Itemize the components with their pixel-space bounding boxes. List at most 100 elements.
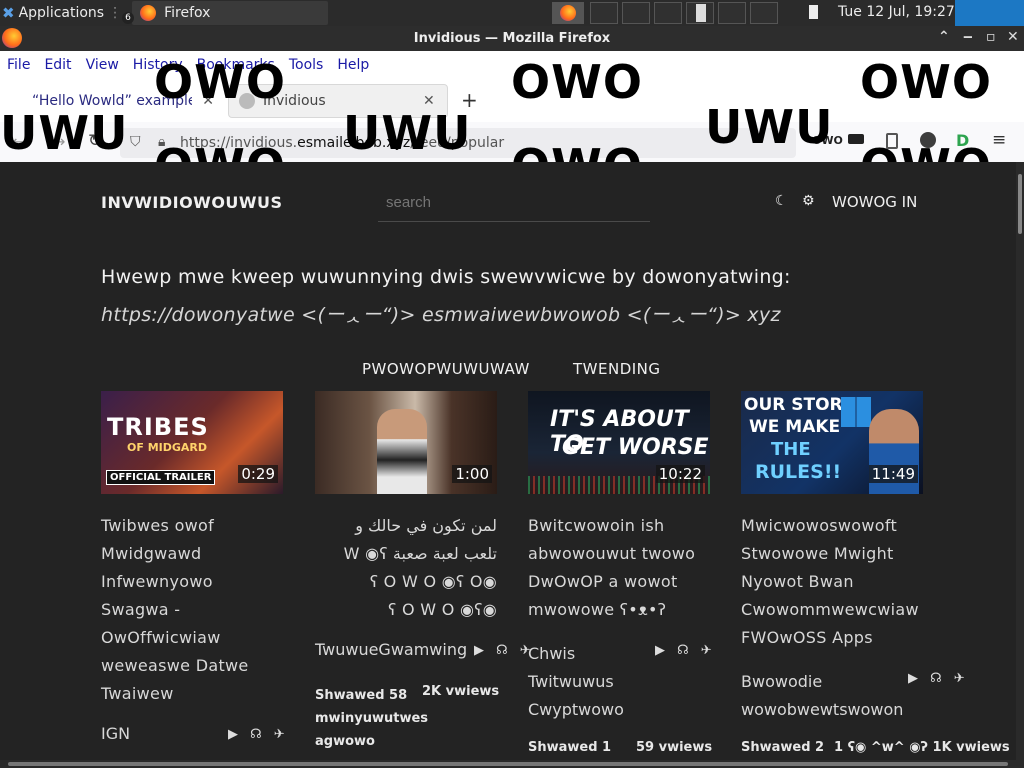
menu-help[interactable]: Help (337, 57, 369, 73)
menu-tools[interactable]: Tools (289, 57, 324, 73)
scrollbar-thumb[interactable] (8, 762, 1008, 766)
title-line: ◉ʕ O W O ◉ʕ (388, 600, 497, 619)
maximize-icon[interactable]: ▫ (986, 29, 996, 45)
window-preview (696, 4, 706, 22)
video-title[interactable]: Bwitcwowoin ish abwowouwut twowo DwOwOP … (528, 512, 728, 624)
workspace-4[interactable] (654, 2, 682, 24)
video-duration: 10:22 (655, 465, 705, 483)
thumbnail-text: GET WORSE (562, 435, 709, 460)
thumbnail-text: WE MAKE (749, 417, 841, 437)
donate-link[interactable]: https://dowonyatwe <(ーᆺー“)> esmwaiwewbwo… (101, 300, 781, 327)
video-title[interactable]: Twibwes owof Mwidgwawd Infwewnyowo Swagw… (101, 512, 301, 708)
workspace-firefox[interactable] (552, 2, 584, 24)
scrollbar-thumb[interactable] (1018, 174, 1022, 234)
title-line: DwOwOP a wowot (528, 572, 678, 591)
view-count: 2K vwiews (422, 684, 500, 699)
video-thumbnail[interactable]: OUR STORE WE MAKE THE RULES!! 11:49 (741, 391, 923, 494)
workspace-2[interactable] (590, 2, 618, 24)
video-action-icons[interactable]: ▶ ☊ ✈ (228, 727, 289, 742)
taskbar-firefox-button[interactable]: Firefox (132, 1, 329, 25)
video-action-icons[interactable]: ▶ ☊ ✈ (908, 671, 969, 686)
thumbnail-badge: OFFICIAL TRAILER (106, 470, 216, 485)
overlay-owo: OWO (154, 143, 286, 163)
title-line: Bwitcwowoin ish (528, 516, 665, 535)
title-line: Twibwes owof (101, 516, 215, 535)
workspace-6[interactable] (718, 2, 746, 24)
firefox-icon (140, 5, 157, 21)
thumbnail-text: THE (771, 439, 811, 460)
overlay-owo: OWO (511, 143, 643, 163)
title-line: FWOwOSS Apps (741, 628, 873, 647)
collapse-icon[interactable]: ⌃ (938, 29, 950, 45)
page-content: INVWIDIOWOUWUS ☾ ⚙ WOWOG IN Hwewp mwe kw… (0, 162, 1024, 762)
channel-name-line: Chwis (528, 644, 576, 663)
horizontal-scrollbar[interactable] (0, 760, 1024, 768)
menu-view[interactable]: View (86, 57, 119, 73)
channel-name-line: wowobwewtswowon (741, 700, 904, 719)
donate-notice: Hwewp mwe kweep wuwunnying dwis swewvwic… (101, 266, 791, 288)
thumbnail-person (377, 409, 427, 494)
search-input[interactable] (378, 184, 650, 222)
hamburger-menu-icon[interactable]: ≡ (992, 130, 1006, 150)
shared-time: Shwawed 58 mwinyuwutwes agwowo (315, 688, 429, 749)
shared-time: Shwawed 1 (528, 740, 612, 755)
tab-trending[interactable]: TWENDING (573, 360, 661, 378)
channel-name-line: Cwyptwowo (528, 700, 624, 719)
taskbar: ✖ Applications ⋮ Firefox 6 Tue 12 Jul, 1… (0, 0, 1024, 26)
shield-icon[interactable]: ⛉ (130, 134, 141, 150)
video-title[interactable]: لمن تكون في حالك و تلعب لعبة صعبة W ◉ʕ ◉… (315, 512, 497, 624)
title-line: Mwicwowoswowoft (741, 516, 898, 535)
title-line: mwowowe ʕ•ᴥ•ʔ (528, 600, 667, 619)
overlay-owo: OWO (511, 55, 643, 109)
video-thumbnail[interactable]: 1:00 (315, 391, 497, 494)
video-thumbnail[interactable]: IT'S ABOUT TO GET WORSE 10:22 (528, 391, 710, 494)
firefox-label: Firefox (164, 5, 211, 21)
channel-name[interactable]: Bwowodie wowobwewtswowon (741, 668, 903, 724)
windows-logo-icon (841, 397, 871, 427)
vertical-scrollbar[interactable] (1016, 162, 1024, 762)
thumbnail-text: OUR STORE (744, 395, 855, 415)
video-thumbnail[interactable]: TRIBES OF MIDGARD OFFICIAL TRAILER 0:29 (101, 391, 283, 494)
firefox-small-icon (560, 5, 576, 21)
applications-menu[interactable]: ✖ Applications ⋮ (0, 0, 128, 26)
video-duration: 0:29 (238, 465, 278, 483)
minimize-icon[interactable]: ‒ (963, 29, 973, 45)
video-title[interactable]: Mwicwowoswowoft Stwowowe Mwight Nyowot B… (741, 512, 941, 652)
shared-time: Shwawed 2 (741, 740, 825, 755)
menu-edit[interactable]: Edit (44, 57, 71, 73)
title-line: weweaswe Datwe (101, 656, 249, 675)
overlay-uwu: UWU (343, 106, 472, 160)
thumbnail-title: TRIBES (107, 413, 209, 441)
title-line: Twaiwew (101, 684, 174, 703)
clock[interactable]: Tue 12 Jul, 19:27 (838, 4, 955, 20)
moon-icon[interactable]: ☾ (775, 193, 788, 209)
menu-file[interactable]: File (7, 57, 30, 73)
workspace-5[interactable] (686, 2, 714, 24)
channel-name[interactable]: Chwis Twitwuwus Cwyptwowo (528, 640, 624, 724)
title-line: Cwowommwewcwiaw (741, 600, 919, 619)
title-line: abwowouwut twowo (528, 544, 696, 563)
overlay-owo: OWO (860, 143, 992, 163)
title-line: تلعب لعبة صعبة W ◉ʕ (343, 544, 497, 563)
site-logo[interactable]: INVWIDIOWOUWUS (101, 193, 283, 212)
overlay-owo: OWO (154, 55, 286, 109)
title-line: Swagwa - (101, 600, 181, 619)
workspace-3[interactable] (622, 2, 650, 24)
overlay-uwu: UWU (705, 100, 834, 154)
panel-accent (955, 0, 1024, 26)
thumbnail-text: RULES!! (755, 461, 842, 483)
view-count: 59 vwiews (636, 740, 713, 755)
login-link[interactable]: WOWOG IN (832, 193, 917, 211)
title-line: ◉ʕ O W O ◉ʕ O (369, 572, 497, 591)
video-action-icons[interactable]: ▶ ☊ ✈ (655, 643, 716, 658)
video-action-icons[interactable]: ▶ ☊ ✈ (474, 643, 535, 658)
workspace-7[interactable] (750, 2, 778, 24)
tab-popular[interactable]: PWOWOPWUWUWAW (362, 360, 530, 378)
video-duration: 1:00 (452, 465, 492, 483)
gear-icon[interactable]: ⚙ (802, 193, 815, 209)
channel-name[interactable]: IGN (101, 724, 130, 743)
close-icon[interactable]: ✕ (1007, 29, 1019, 45)
channel-name[interactable]: TwuwueGwamwing (315, 640, 467, 659)
title-line: لمن تكون في حالك و (355, 516, 497, 535)
battery-icon[interactable] (809, 5, 818, 19)
